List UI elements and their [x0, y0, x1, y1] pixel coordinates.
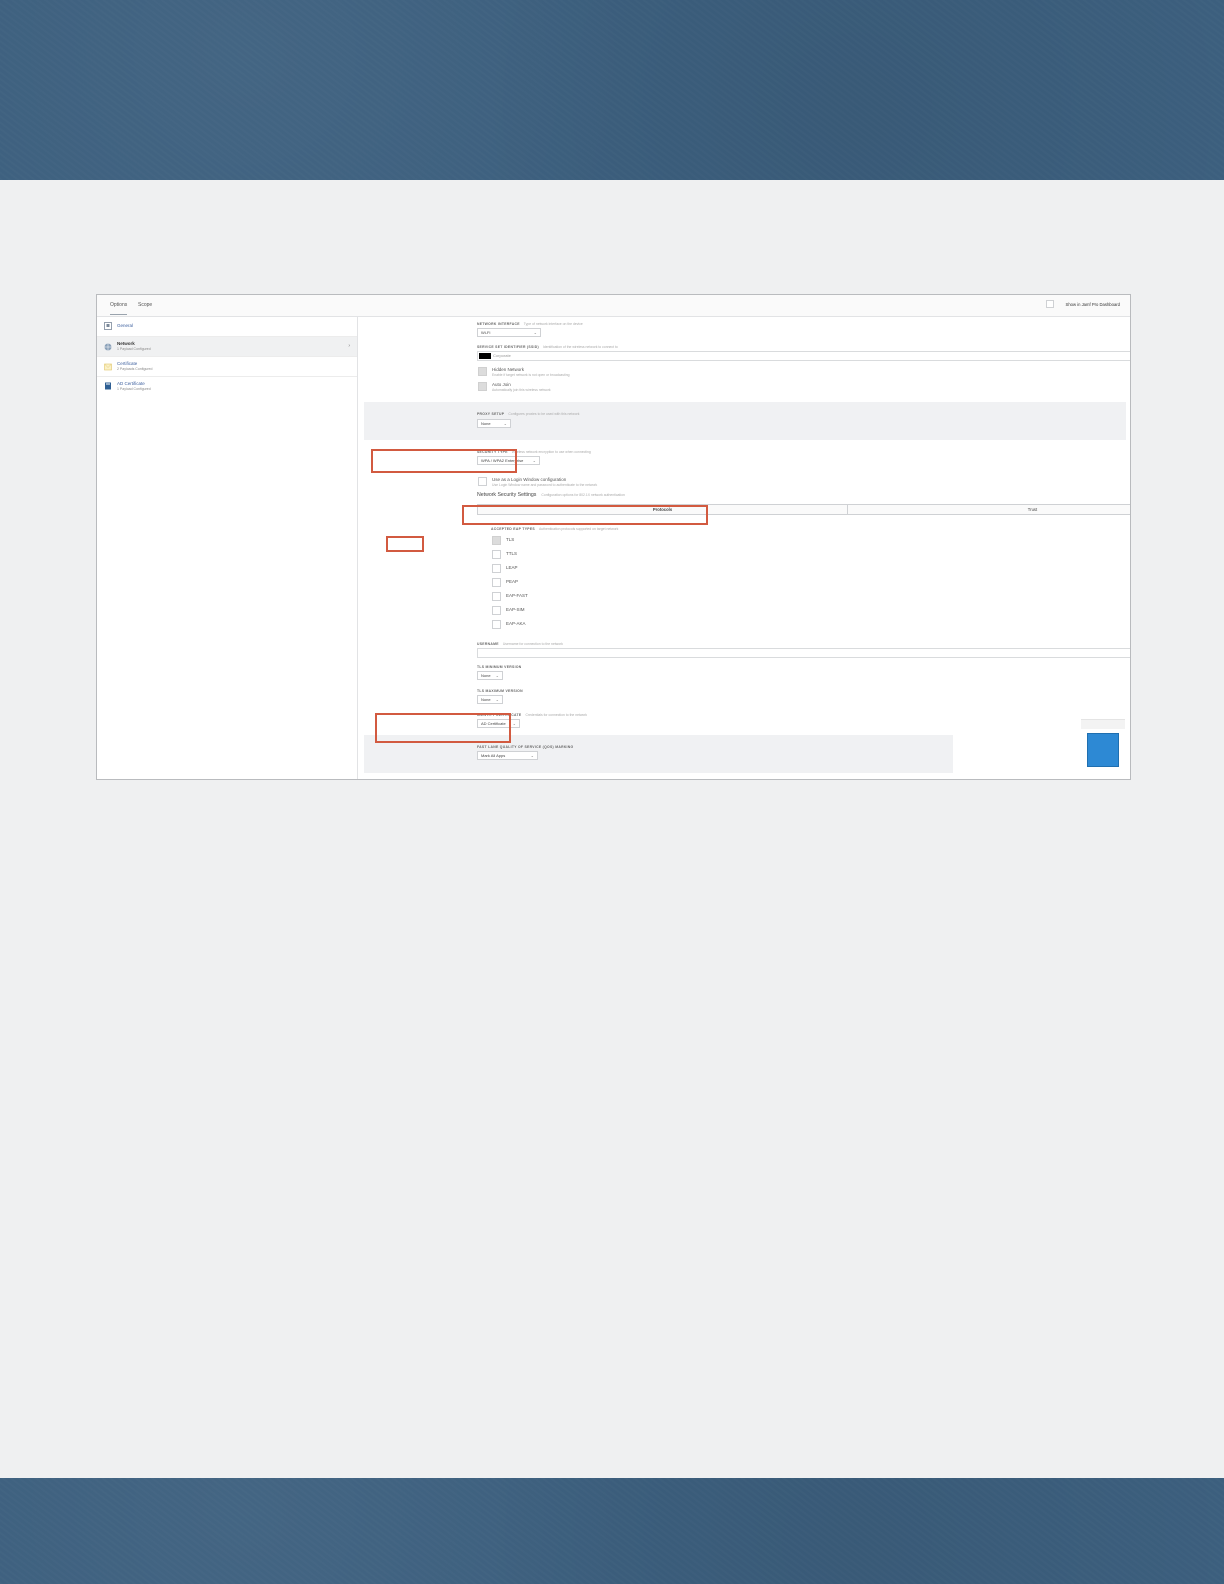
chevron-down-icon: ⌄ — [495, 673, 499, 678]
qos-label: FAST LANE QUALITY OF SERVICE (QOS) MARKI… — [477, 745, 574, 749]
eap-type-label: TTLS — [506, 551, 518, 556]
certificate-icon — [104, 363, 112, 371]
ssid-label: SERVICE SET IDENTIFIER (SSID) Identificat… — [477, 345, 618, 349]
eap-type-label: EAP-SIM — [506, 607, 525, 612]
proxy-setup-label: PROXY SETUP Configures proxies to be used… — [477, 412, 580, 416]
eap-peap-checkbox[interactable] — [492, 578, 501, 587]
sidebar-item-label: General — [117, 323, 134, 328]
tls-maximum-label: TLS MAXIMUM VERSION — [477, 689, 523, 693]
video-thumbnail[interactable] — [1087, 733, 1119, 767]
sidebar-item-label: Network — [117, 341, 135, 346]
eap-sim-checkbox[interactable] — [492, 606, 501, 615]
sidebar-item-subtitle: 1 Payload Configured — [117, 347, 151, 351]
sidebar-item-network[interactable]: Network 1 Payload Configured › — [97, 337, 357, 357]
qos-panel: FAST LANE QUALITY OF SERVICE (QOS) MARKI… — [364, 735, 953, 773]
auto-join-checkbox[interactable] — [478, 382, 487, 391]
identity-certificate-label: IDENTITY CERTIFICATE Credentials for conn… — [477, 713, 588, 717]
chevron-down-icon: ⌄ — [495, 697, 499, 702]
sidebar-item-certificate[interactable]: Certificate 2 Payloads Configured — [97, 357, 357, 377]
tab-bar: Options Scope Show in Jamf Pro Dashboard — [97, 295, 1130, 317]
chevron-down-icon: ⌄ — [503, 421, 507, 426]
general-icon — [104, 322, 112, 330]
chevron-down-icon: ⌄ — [512, 721, 516, 726]
security-type-select[interactable]: WPA / WPA2 Enterprise ⌄ — [477, 456, 540, 465]
sidebar-item-subtitle: 1 Payload Configured — [117, 387, 151, 391]
auto-join-desc: Automatically join this wireless network — [492, 388, 551, 392]
eap-type-label: EAP-FAST — [506, 593, 528, 598]
chevron-down-icon: ⌄ — [530, 753, 534, 758]
network-interface-select[interactable]: Wi-Fi ⌄ — [477, 328, 541, 337]
eap-fast-checkbox[interactable] — [492, 592, 501, 601]
chevron-down-icon: ⌄ — [532, 458, 536, 463]
proxy-setup-select[interactable]: None ⌄ — [477, 419, 511, 428]
username-input[interactable] — [477, 648, 1130, 658]
configuration-profile-window: Options Scope Show in Jamf Pro Dashboard… — [96, 294, 1131, 780]
dashboard-checkbox[interactable] — [1046, 300, 1054, 308]
security-settings-segmented-control: Protocols Trust — [477, 504, 1130, 515]
security-type-label: SECURITY TYPE Wireless network encryption… — [477, 450, 591, 454]
qos-select[interactable]: Mark All Apps ⌄ — [477, 751, 538, 760]
eap-aka-checkbox[interactable] — [492, 620, 501, 629]
tab-trust[interactable]: Trust — [848, 505, 1130, 514]
tab-scope[interactable]: Scope — [138, 302, 152, 308]
eap-ttls-checkbox[interactable] — [492, 550, 501, 559]
floating-toolbar — [1081, 719, 1125, 729]
sidebar-item-general[interactable]: General — [97, 317, 357, 337]
proxy-setup-panel: PROXY SETUP Configures proxies to be used… — [364, 402, 1126, 440]
tab-options[interactable]: Options — [110, 302, 128, 315]
eap-tls-checkbox[interactable] — [492, 536, 501, 545]
sidebar-item-subtitle: 2 Payloads Configured — [117, 367, 153, 371]
login-window-checkbox[interactable] — [478, 477, 487, 486]
eap-type-label: PEAP — [506, 579, 519, 584]
hidden-network-checkbox[interactable] — [478, 367, 487, 376]
username-label: USERNAME Username for connection to the n… — [477, 642, 563, 646]
chevron-down-icon: ⌄ — [533, 330, 537, 335]
payload-sidebar: General Network 1 Payload Configured › C… — [97, 317, 358, 779]
chevron-right-icon: › — [348, 343, 350, 349]
network-payload-form: NETWORK INTERFACE Type of network interfa… — [359, 317, 1130, 779]
tls-maximum-select[interactable]: None ⌄ — [477, 695, 503, 704]
ssid-input[interactable]: Corporate — [477, 351, 1130, 361]
tls-minimum-label: TLS MINIMUM VERSION — [477, 665, 522, 669]
redaction-block — [479, 353, 491, 359]
eap-types-label: ACCEPTED EAP TYPES Authentication protoco… — [491, 527, 619, 531]
identity-certificate-select[interactable]: AD Certificate ⌄ — [477, 719, 520, 728]
sidebar-item-ad-certificate[interactable]: AD Certificate 1 Payload Configured — [97, 377, 357, 397]
network-interface-label: NETWORK INTERFACE Type of network interfa… — [477, 322, 583, 326]
tls-minimum-select[interactable]: None ⌄ — [477, 671, 503, 680]
sidebar-item-label: Certificate — [117, 361, 138, 366]
eap-type-label: TLS — [506, 537, 515, 542]
globe-icon — [104, 343, 112, 351]
eap-type-label: EAP-AKA — [506, 621, 526, 626]
auto-join-label: Auto Join — [492, 382, 511, 387]
background-band-bottom — [0, 1478, 1224, 1584]
ad-certificate-icon — [105, 382, 111, 390]
hidden-network-label: Hidden Network — [492, 367, 525, 372]
network-security-settings-heading: Network Security Settings Configuration o… — [477, 492, 625, 498]
sidebar-item-label: AD Certificate — [117, 381, 145, 386]
hidden-network-desc: Enable if target network is not open or … — [492, 373, 570, 377]
tab-protocols[interactable]: Protocols — [478, 505, 848, 514]
eap-type-label: LEAP — [506, 565, 518, 570]
eap-leap-checkbox[interactable] — [492, 564, 501, 573]
login-window-label: Use as a Login Window configuration — [492, 477, 567, 482]
dashboard-label: Show in Jamf Pro Dashboard — [1065, 302, 1120, 307]
background-band-top — [0, 0, 1224, 180]
login-window-desc: Use Login Window name and password to au… — [492, 483, 598, 487]
